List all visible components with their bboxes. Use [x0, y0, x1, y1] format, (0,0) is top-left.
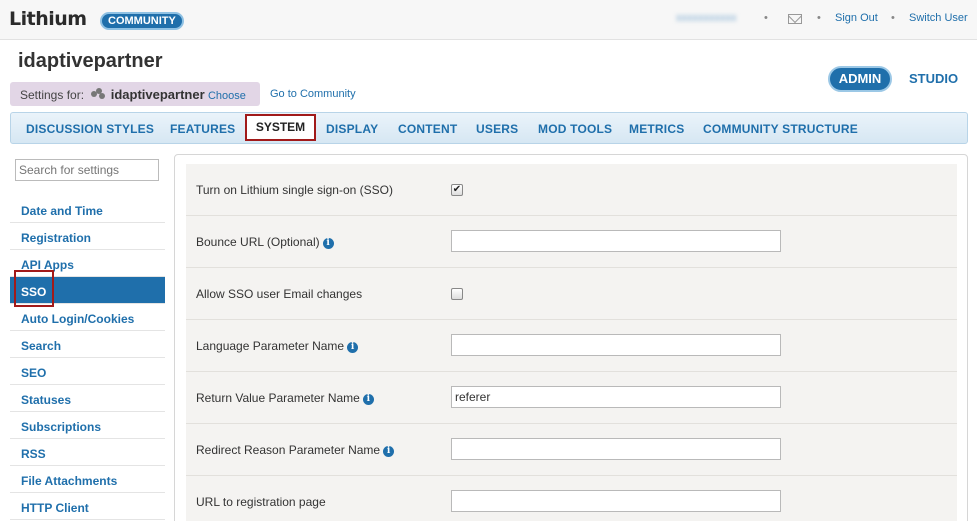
tab-features[interactable]: FEATURES	[170, 122, 235, 136]
sidebar-item-search[interactable]: Search	[10, 331, 165, 358]
sidebar-item-file-attachments[interactable]: File Attachments	[10, 466, 165, 493]
tab-system[interactable]: SYSTEM	[245, 114, 316, 141]
info-icon[interactable]: i	[347, 342, 359, 353]
community-name: idaptivepartner	[110, 87, 205, 102]
return-value-param-label-text: Return Value Parameter Name	[196, 391, 360, 405]
tab-users[interactable]: USERS	[476, 122, 518, 136]
redirect-reason-param-label-text: Redirect Reason Parameter Name	[196, 443, 381, 457]
info-icon[interactable]: i	[362, 394, 374, 405]
form-row-registration-url: URL to registration page	[186, 476, 957, 521]
username-link[interactable]: xxxxxxxxxxx	[676, 12, 737, 24]
redirect-reason-param-input[interactable]	[451, 438, 781, 460]
settings-for-bar: Settings for: idaptivepartner Choose	[10, 82, 260, 106]
switch-user-link[interactable]: Switch User	[909, 12, 968, 24]
registration-url-label: URL to registration page	[196, 495, 326, 509]
registration-url-input[interactable]	[451, 490, 781, 512]
settings-for-label: Settings for:	[20, 88, 85, 102]
sidebar-item-registration[interactable]: Registration	[10, 223, 165, 250]
top-bar: Lithium COMMUNITY xxxxxxxxxxx • • Sign O…	[0, 0, 977, 40]
page-title: idaptivepartner	[18, 50, 163, 72]
form-row-allow-email-changes: Allow SSO user Email changes	[186, 268, 957, 320]
studio-link[interactable]: STUDIO	[909, 71, 958, 86]
form-row-bounce-url: Bounce URL (Optional) i	[186, 216, 957, 268]
go-to-community-link[interactable]: Go to Community	[270, 88, 356, 100]
allow-email-changes-label: Allow SSO user Email changes	[196, 287, 363, 301]
sign-out-link[interactable]: Sign Out	[835, 12, 878, 24]
community-people-icon	[91, 88, 106, 100]
tab-metrics[interactable]: METRICS	[629, 122, 684, 136]
sidebar-item-rss[interactable]: RSS	[10, 439, 165, 466]
sidebar-item-subscriptions[interactable]: Subscriptions	[10, 412, 165, 439]
tab-discussion-styles[interactable]: DISCUSSION STYLES	[26, 122, 154, 136]
bounce-url-label: Bounce URL (Optional) i	[196, 235, 334, 249]
form-row-sso-enable: Turn on Lithium single sign-on (SSO) ✔	[186, 164, 957, 216]
sso-highlight-box	[14, 270, 54, 307]
info-icon[interactable]: i	[322, 238, 334, 249]
redirect-reason-param-label: Redirect Reason Parameter Name i	[196, 443, 395, 457]
form-row-language-param: Language Parameter Name i	[186, 320, 957, 372]
tab-content[interactable]: CONTENT	[398, 122, 457, 136]
mail-icon[interactable]	[788, 14, 802, 24]
separator-dot: •	[817, 12, 821, 24]
form-row-redirect-reason-param: Redirect Reason Parameter Name i	[186, 424, 957, 476]
bounce-url-label-text: Bounce URL (Optional)	[196, 235, 320, 249]
separator-dot: •	[764, 12, 768, 24]
admin-button[interactable]: ADMIN	[828, 66, 892, 92]
lithium-logo[interactable]: Lithium	[9, 8, 87, 30]
choose-link[interactable]: Choose	[208, 90, 246, 102]
return-value-param-input[interactable]	[451, 386, 781, 408]
form-row-return-value-param: Return Value Parameter Name i	[186, 372, 957, 424]
sso-enable-label: Turn on Lithium single sign-on (SSO)	[196, 183, 393, 197]
sidebar-item-auto-login-cookies[interactable]: Auto Login/Cookies	[10, 304, 165, 331]
sidebar-item-date-and-time[interactable]: Date and Time	[10, 196, 165, 223]
sso-enable-checkbox[interactable]: ✔	[451, 184, 463, 196]
settings-search-input[interactable]	[15, 159, 159, 181]
tab-mod-tools[interactable]: MOD TOOLS	[538, 122, 612, 136]
info-icon[interactable]: i	[383, 446, 395, 457]
allow-email-changes-checkbox[interactable]	[451, 288, 463, 300]
tab-display[interactable]: DISPLAY	[326, 122, 378, 136]
language-param-label-text: Language Parameter Name	[196, 339, 345, 353]
separator-dot: •	[891, 12, 895, 24]
language-param-input[interactable]	[451, 334, 781, 356]
tab-community-structure[interactable]: COMMUNITY STRUCTURE	[703, 122, 858, 136]
community-badge[interactable]: COMMUNITY	[100, 12, 184, 30]
return-value-param-label: Return Value Parameter Name i	[196, 391, 374, 405]
sidebar-item-http-client[interactable]: HTTP Client	[10, 493, 165, 520]
sidebar-item-seo[interactable]: SEO	[10, 358, 165, 385]
language-param-label: Language Parameter Name i	[196, 339, 359, 353]
sidebar-item-statuses[interactable]: Statuses	[10, 385, 165, 412]
bounce-url-input[interactable]	[451, 230, 781, 252]
